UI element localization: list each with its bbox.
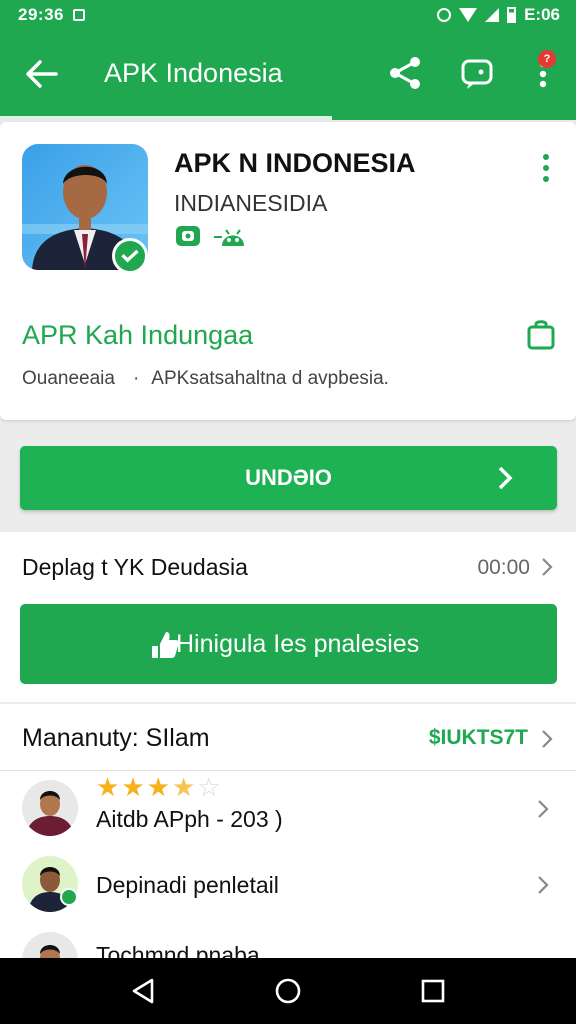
notification-badge: ? [538, 50, 556, 68]
star-full-icon: ★ [121, 772, 147, 802]
details-section: Deplag t YK Deudasia 00:00 Hinigula Ies … [0, 532, 576, 702]
alarm-icon [437, 8, 452, 22]
section-title: Mananuty: SIlam [22, 724, 210, 752]
star-full-icon: ★ [96, 772, 122, 802]
list-item[interactable]: ★★★★☆ Aitdb APph - 203 ) [0, 772, 576, 846]
arrow-left-icon[interactable] [22, 54, 62, 94]
battery-icon [507, 7, 517, 23]
details-row-value[interactable]: 00:00 [477, 556, 530, 580]
share-icon[interactable] [386, 54, 424, 92]
app-info-card: APK N INDONESIA INDIANESIDIA APR Kah Ind… [0, 122, 576, 420]
star-full-icon: ★ [146, 772, 172, 802]
list-section: Mananuty: SIlam $IUKTS7T ★★★★☆ Aitdb APp… [0, 704, 576, 988]
secondary-action-button[interactable]: Hinigula Ies pnalesies [20, 604, 557, 684]
app-name: APK N INDONESIA [174, 148, 416, 178]
list-item[interactable]: Depinadi penletail [0, 848, 576, 922]
app-meta: Ouaneeaia · APKsatsahaltna d avpbesia. [22, 368, 389, 390]
rating-stars: ★★★★☆ [96, 772, 223, 803]
meta-right: APKsatsahaltna d avpbesia. [151, 368, 389, 389]
notification-icon [73, 9, 86, 21]
app-subtitle: APR Kah Indungaa [22, 320, 254, 350]
nav-recents-icon[interactable] [418, 976, 448, 1006]
nav-back-icon[interactable] [128, 976, 158, 1006]
app-toolbar: APK Indonesia [0, 30, 576, 120]
chevron-right-icon [538, 800, 549, 818]
section-value[interactable]: $IUKTS7T [429, 726, 528, 750]
verified-icon [60, 888, 78, 906]
chevron-right-icon[interactable] [540, 728, 554, 750]
divider [0, 770, 576, 771]
primary-action-button[interactable]: UNDƏIO [20, 446, 557, 510]
app-developer[interactable]: INDIANESIDIA [174, 190, 327, 217]
shopping-bag-icon[interactable] [526, 318, 556, 350]
chevron-right-icon[interactable] [540, 556, 554, 578]
chevron-right-icon [498, 466, 513, 490]
signal-icon [485, 8, 500, 22]
chat-bubble-icon [176, 226, 200, 246]
toolbar-title: APK Indonesia [104, 58, 283, 88]
list-item-label: Aitdb APph - 203 ) [96, 806, 283, 832]
card-more-icon[interactable] [538, 150, 554, 186]
app-screen: 29:36 E:06 APK Indonesia ? APK N INDONES… [0, 0, 576, 1024]
chat-icon[interactable] [459, 55, 495, 91]
chevron-right-icon [538, 876, 549, 894]
list-item-label: Depinadi penletail [96, 872, 279, 898]
avatar [22, 780, 78, 836]
nav-home-icon[interactable] [273, 976, 303, 1006]
status-time-group: 29:36 [18, 5, 86, 25]
details-row-label: Deplag t YK Deudasia [22, 554, 248, 580]
status-time: 29:36 [18, 5, 64, 24]
status-clock: E:06 [524, 5, 560, 24]
secondary-action-label: Hinigula Ies pnalesies [176, 630, 420, 658]
verified-icon [112, 238, 148, 274]
star-half-icon: ★ [171, 772, 198, 802]
meta-left: Ouaneeaia [22, 368, 115, 389]
star-empty-icon: ☆ [197, 772, 223, 802]
tab-indicator [0, 116, 332, 120]
status-bar: 29:36 E:06 [0, 0, 576, 30]
developer-icons [174, 224, 248, 250]
android-icon [214, 229, 244, 246]
wifi-icon [459, 8, 478, 22]
meta-separator: · [132, 368, 140, 389]
status-icons: E:06 [437, 5, 560, 25]
primary-action-label: UNDƏIO [245, 465, 332, 490]
system-nav-bar [0, 958, 576, 1024]
